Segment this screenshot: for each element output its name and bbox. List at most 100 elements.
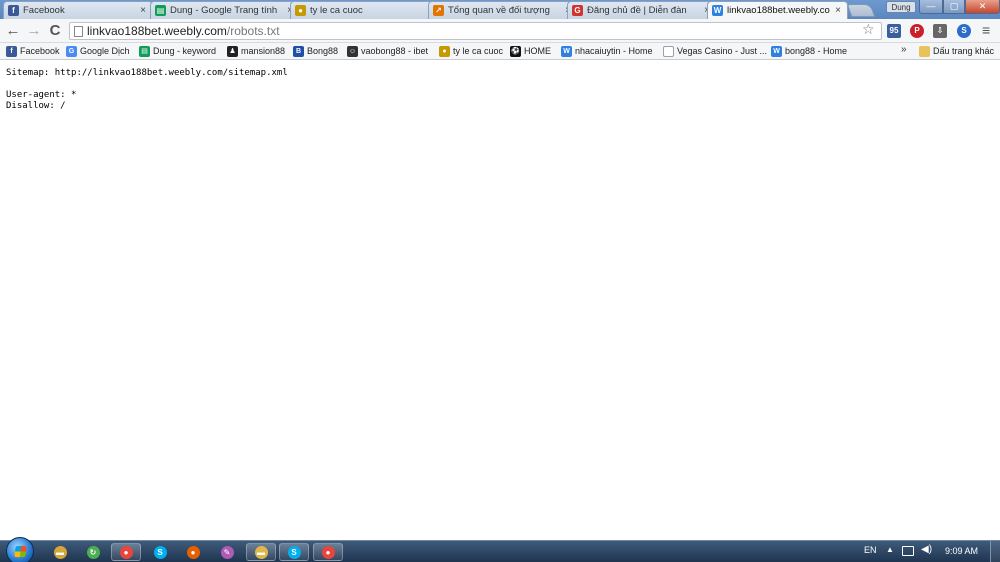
taskbar: ▬ ↻ ● S ● ✎ ▬ S ● EN ▲ ◀) 9:09 AM <box>0 537 1000 562</box>
soccer-ball-icon: ⚽ <box>510 46 521 57</box>
bookmark-item[interactable]: Vegas Casino - Just ... <box>663 45 767 58</box>
bookmark-item[interactable]: ▤ Dung - keyword <box>139 45 216 58</box>
bookie-icon: ● <box>295 5 306 16</box>
facebook-icon: f <box>8 5 19 16</box>
tab-title: Facebook <box>23 5 65 16</box>
tab-4[interactable]: ↗Tổng quan về đối tượng× <box>428 1 578 19</box>
download-icon[interactable]: ⇩ <box>933 24 947 38</box>
sheets-icon: ▤ <box>155 5 166 16</box>
tab-title: Tổng quan về đối tượng <box>448 5 550 16</box>
analytics-icon: ↗ <box>433 5 444 16</box>
page-icon <box>74 26 83 37</box>
folder-icon: ▬ <box>254 545 268 559</box>
close-window-button[interactable]: ✕ <box>965 0 1000 14</box>
taskbar-item[interactable]: ✎ <box>212 543 242 561</box>
mansion-icon: ♟ <box>227 46 238 57</box>
bookmark-label: ty le ca cuoc <box>453 46 504 56</box>
page-icon <box>663 46 674 57</box>
maximize-button[interactable]: ▢ <box>943 0 965 14</box>
tray-expand-icon[interactable]: ▲ <box>886 545 894 554</box>
browser-toolbar: ← → C linkvao188bet.weebly.com/robots.tx… <box>0 19 1000 43</box>
bookmark-label: Vegas Casino - Just ... <box>677 46 768 56</box>
other-bookmarks-label: Dấu trang khác <box>933 46 995 56</box>
browser-window: fFacebook×▤Dung - Google Trang tính×●ty … <box>0 0 1000 562</box>
skype-icon: S <box>287 545 301 559</box>
tab-2[interactable]: ▤Dung - Google Trang tính× <box>150 1 300 19</box>
tab-1[interactable]: f Facebook × <box>3 1 153 19</box>
bookmark-label: nhacaiuytin - Home <box>575 46 653 56</box>
skype-icon: S <box>153 545 167 559</box>
bookmark-item[interactable]: ⚽ HOME <box>510 45 551 58</box>
taskbar-item[interactable]: ● <box>178 543 208 561</box>
weebly-icon: W <box>712 5 723 16</box>
folder-icon <box>919 46 930 57</box>
taskbar-item[interactable]: ▬ <box>45 543 75 561</box>
menu-icon[interactable]: ≡ <box>982 22 990 38</box>
reload-button[interactable]: C <box>46 22 64 40</box>
forward-button[interactable]: → <box>25 22 43 40</box>
bookmark-item[interactable]: ♟ mansion88 <box>227 45 285 58</box>
tab-3[interactable]: ●ty le ca cuoc× <box>290 1 440 19</box>
volume-icon[interactable]: ◀) <box>921 544 932 555</box>
bookmarks-overflow-button[interactable]: » <box>901 44 907 55</box>
minimize-button[interactable]: — <box>919 0 943 14</box>
close-tab-icon[interactable]: × <box>833 5 843 16</box>
bookmark-item[interactable]: f Facebook <box>6 45 60 58</box>
page-content: Sitemap: http://linkvao188bet.weebly.com… <box>0 61 1000 540</box>
bookmark-item[interactable]: Wnhacaiuytin - Home <box>561 45 653 58</box>
paint-icon: ✎ <box>220 545 234 559</box>
bookmark-star-icon[interactable]: ☆ <box>862 21 875 38</box>
facebook-icon: f <box>6 46 17 57</box>
clock[interactable]: 9:09 AM <box>945 546 978 556</box>
weebly-icon: W <box>561 46 572 57</box>
chrome-icon: ● <box>321 545 335 559</box>
taskbar-item[interactable]: ▬ <box>246 543 276 561</box>
back-button[interactable]: ← <box>4 22 22 40</box>
bookmark-label: Google Dịch <box>80 46 130 56</box>
bookmark-label: mansion88 <box>241 46 286 56</box>
sync-icon[interactable]: S <box>957 24 971 38</box>
tab-title: ty le ca cuoc <box>310 5 363 16</box>
taskbar-item[interactable]: S <box>145 543 175 561</box>
explorer-icon: ▬ <box>53 545 67 559</box>
taskbar-item[interactable]: ● <box>313 543 343 561</box>
network-icon[interactable] <box>902 546 914 556</box>
bookmark-label: HOME <box>524 46 551 56</box>
address-bar[interactable]: linkvao188bet.weebly.com/robots.txt <box>69 22 882 40</box>
taskbar-item[interactable]: ↻ <box>78 543 108 561</box>
new-tab-button[interactable] <box>846 4 876 17</box>
tab-title: Dung - Google Trang tính <box>170 5 278 16</box>
tab-title: linkvao188bet.weebly.com <box>727 5 830 16</box>
bookie-icon: ● <box>439 46 450 57</box>
bong88-icon: B <box>293 46 304 57</box>
bookmark-item[interactable]: B Bong88 <box>293 45 338 58</box>
show-desktop-button[interactable] <box>990 541 1000 562</box>
sheets-icon: ▤ <box>139 46 150 57</box>
pinterest-icon[interactable]: P <box>910 24 924 38</box>
windows-logo-icon <box>14 546 27 557</box>
language-indicator[interactable]: EN <box>864 545 877 555</box>
translate-icon: G <box>66 46 77 57</box>
url-host: linkvao188bet.weebly.com <box>87 24 227 38</box>
firefox-icon: ● <box>186 545 200 559</box>
bookmark-item[interactable]: ☺ vaobong88 - ibet <box>347 45 428 58</box>
bookmarks-bar: f Facebook G Google Dịch ▤ Dung - keyword ♟ man… <box>0 43 1000 60</box>
close-tab-icon[interactable]: × <box>138 5 148 16</box>
tab-strip: f Facebook × ▤ Dung - Google Trang tính × ● ty … <box>0 0 1000 19</box>
profile-badge[interactable]: Dung <box>886 1 916 13</box>
tab-6[interactable]: Wlinkvao188bet.weebly.com × <box>707 1 848 19</box>
weebly-icon: W <box>771 46 782 57</box>
bookmark-label: Dung - keyword <box>153 46 217 56</box>
tab-title: Đăng chủ đề | Diễn đàn <box>587 5 687 16</box>
taskbar-item[interactable]: S <box>279 543 309 561</box>
tab-5[interactable]: GĐăng chủ đề | Diễn đàn× <box>567 1 717 19</box>
bookmark-item[interactable]: Wbong88 - Home <box>771 45 847 58</box>
other-bookmarks-folder[interactable]: Dấu trang khác <box>919 45 994 58</box>
start-button[interactable] <box>6 537 34 562</box>
panda-icon: ☺ <box>347 46 358 57</box>
extension-95-icon[interactable]: 95 <box>887 24 901 38</box>
taskbar-item[interactable]: ● <box>111 543 141 561</box>
bookmark-item[interactable]: G Google Dịch <box>66 45 130 58</box>
bookmark-label: vaobong88 - ibet <box>361 46 429 56</box>
bookmark-item[interactable]: ● ty le ca cuoc <box>439 45 503 58</box>
